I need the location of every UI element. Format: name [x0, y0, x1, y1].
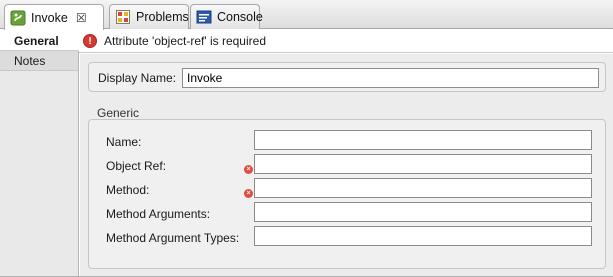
display-name-field[interactable]: [182, 68, 599, 88]
error-message: Attribute 'object-ref' is required: [104, 34, 266, 48]
generic-group: Name: Object Ref: × Method: × Method Arg…: [88, 119, 606, 269]
method-arguments-label: Method Arguments:: [106, 207, 211, 221]
tab-label: Console: [217, 10, 263, 24]
properties-panel: Display Name: Generic Name: Object Ref: …: [80, 54, 613, 277]
tab-notes[interactable]: Notes: [0, 51, 78, 71]
name-field[interactable]: [254, 130, 592, 150]
name-label: Name:: [106, 135, 142, 149]
display-name-label: Display Name:: [98, 71, 177, 85]
error-icon: !: [83, 34, 97, 48]
required-error-icon: ×: [244, 189, 253, 198]
close-icon[interactable]: ☒: [76, 11, 87, 25]
tab-label: Invoke: [31, 10, 68, 25]
method-arguments-field[interactable]: [254, 202, 592, 222]
console-icon: [196, 9, 212, 25]
method-field[interactable]: [254, 178, 592, 198]
tab-invoke[interactable]: Invoke ☒: [4, 4, 104, 30]
tab-general[interactable]: General: [0, 30, 79, 51]
tab-console[interactable]: Console: [190, 4, 263, 29]
method-label: Method:: [106, 183, 150, 197]
bean-icon: [10, 10, 26, 26]
problems-icon: [115, 9, 131, 25]
generic-section-title: Generic: [97, 106, 140, 120]
display-name-group: Display Name:: [88, 62, 606, 92]
method-argument-types-field[interactable]: [254, 226, 592, 246]
required-error-icon: ×: [244, 165, 253, 174]
editor-tab-bar: Invoke ☒ Problems Console: [0, 0, 613, 30]
object-ref-label: Object Ref:: [106, 159, 167, 173]
object-ref-field[interactable]: [254, 154, 592, 174]
section-tabs: General Notes: [0, 30, 79, 277]
error-message-bar: ! Attribute 'object-ref' is required: [79, 30, 613, 53]
tab-problems[interactable]: Problems: [109, 4, 189, 29]
tab-label: Problems: [136, 10, 189, 24]
method-argument-types-label: Method Argument Types:: [106, 231, 240, 245]
